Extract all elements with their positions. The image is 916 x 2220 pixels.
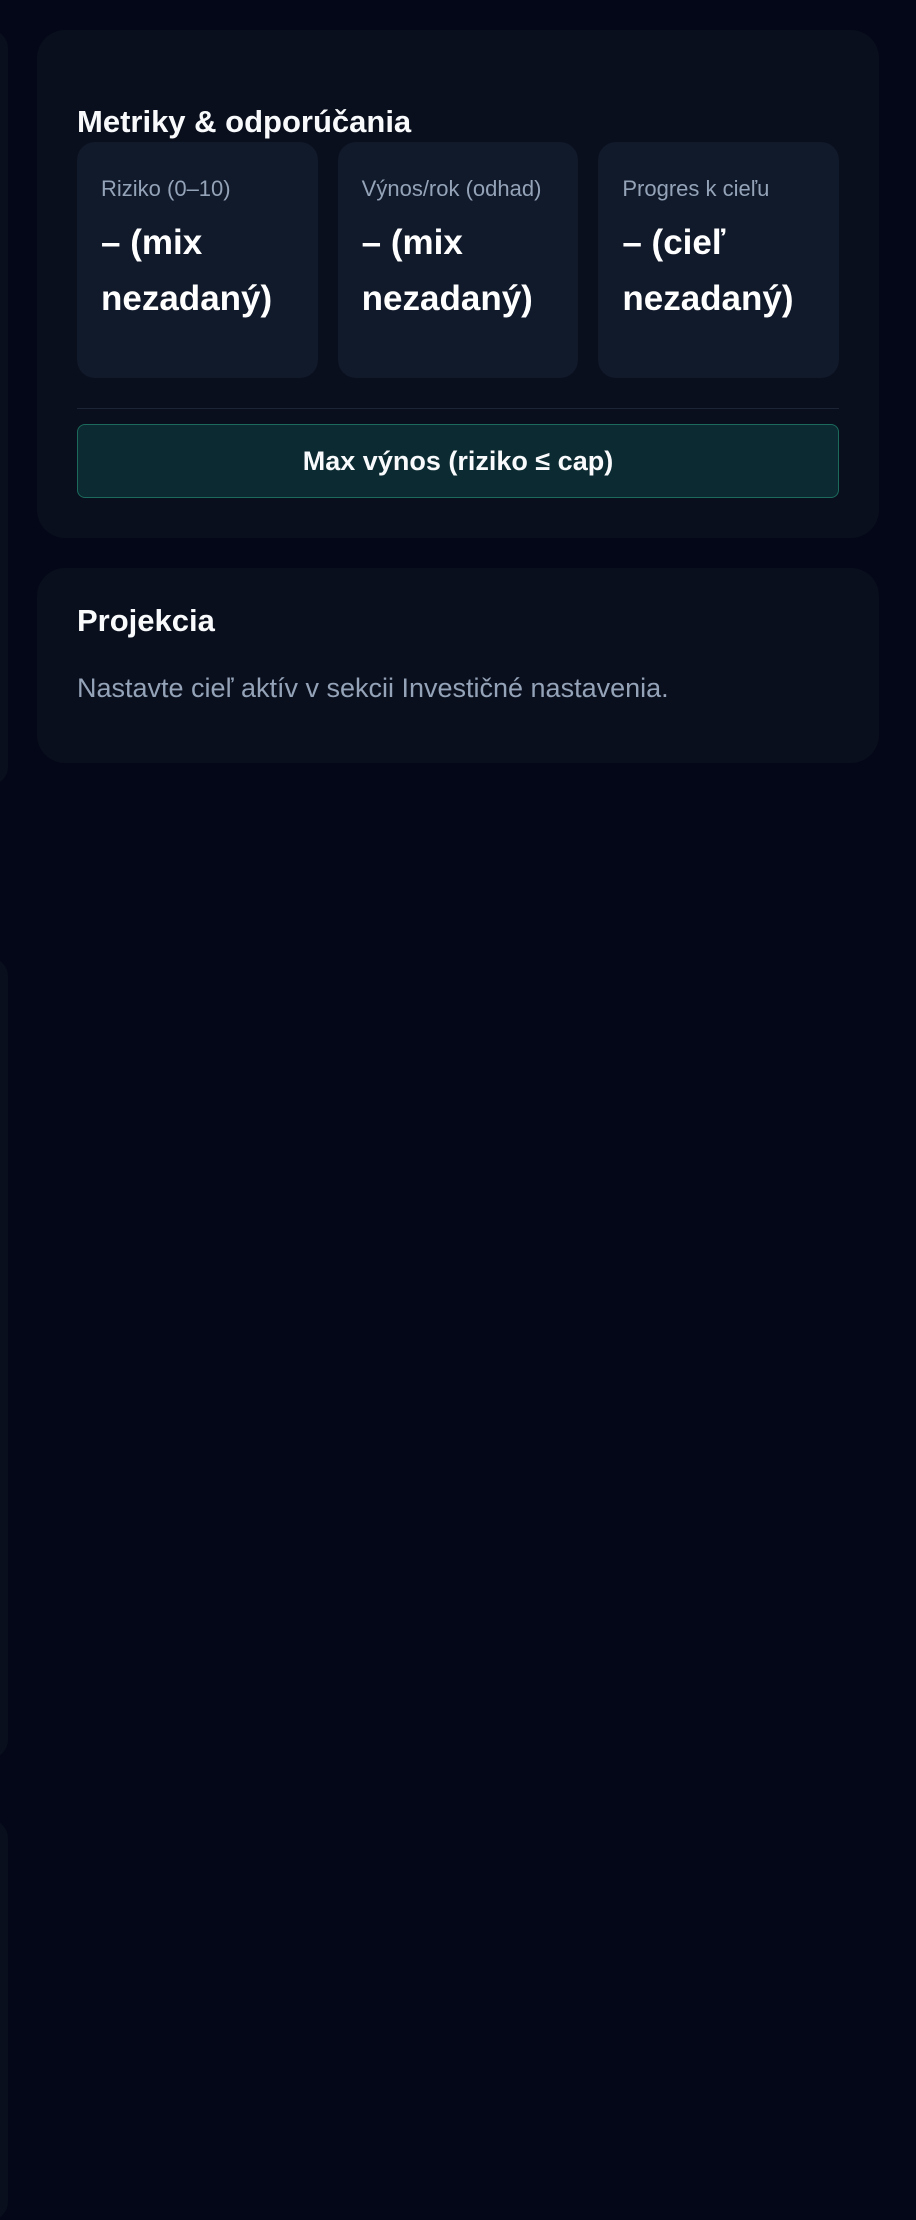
- metric-label: Výnos/rok (odhad): [361, 176, 542, 201]
- projection-title: Projekcia: [77, 603, 215, 638]
- metric-label: Progres k cieľu: [622, 176, 770, 201]
- metric-value: – (mix nezadaný): [101, 223, 273, 318]
- left-column-panel: [0, 958, 8, 1758]
- divider: [77, 408, 839, 409]
- projection-message: Nastavte cieľ aktív v sekcii Investičné …: [77, 673, 669, 703]
- metric-return: Výnos/rok (odhad) – (mix nezadaný): [337, 142, 579, 378]
- metric-progress: Progres k cieľu – (cieľ nezadaný): [598, 142, 840, 378]
- metric-value: – (cieľ nezadaný): [622, 223, 794, 318]
- metric-tiles: Riziko (0–10) – (mix nezadaný) Výnos/rok…: [77, 142, 840, 378]
- left-column-panel: [0, 30, 8, 785]
- metric-label: Riziko (0–10): [101, 176, 231, 201]
- left-column-panel: [0, 1820, 8, 2220]
- metrics-card: Metriky & odporúčania Riziko (0–10) – (m…: [37, 30, 879, 538]
- max-return-button[interactable]: Max výnos (riziko ≤ cap): [77, 424, 839, 498]
- metric-value: – (mix nezadaný): [361, 223, 533, 318]
- projection-card: Projekcia Nastavte cieľ aktív v sekcii I…: [37, 568, 879, 763]
- metrics-title: Metriky & odporúčania: [77, 104, 412, 139]
- metric-risk: Riziko (0–10) – (mix nezadaný): [77, 142, 318, 378]
